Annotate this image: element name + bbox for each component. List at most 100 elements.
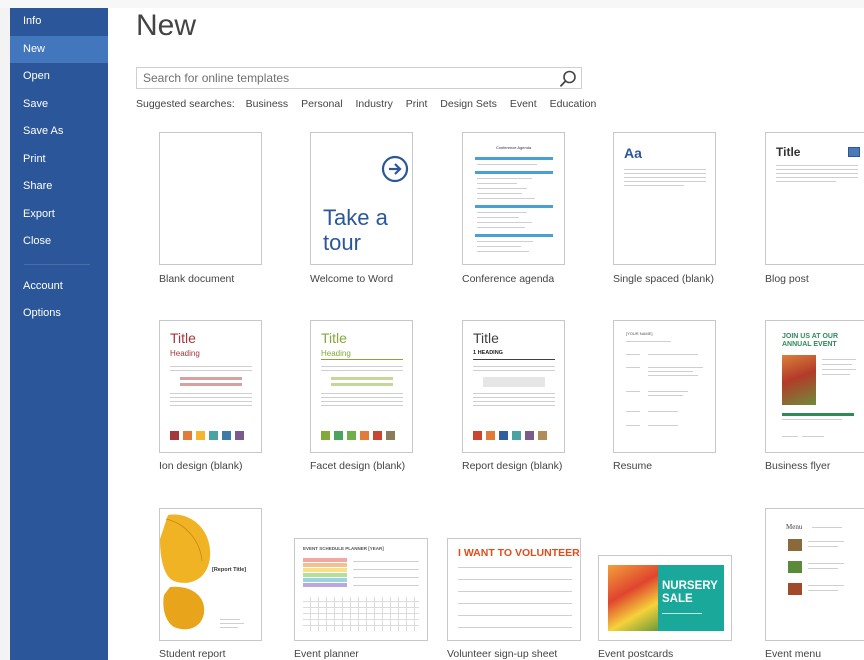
nav-share[interactable]: Share [10,173,108,201]
text-line [776,165,858,166]
text-line [321,366,403,367]
template-thumbnail: Take a tour [310,132,413,265]
nav-close[interactable]: Close [10,228,108,256]
facet-rule [321,359,403,360]
agenda-line [477,198,535,199]
postcard-flowers-photo [608,565,658,631]
suggested-searches: Suggested searches: Business Personal In… [136,98,606,110]
template-thumbnail: Aa [613,132,716,265]
template-label: Conference agenda [462,273,555,285]
suggested-design-sets-link[interactable]: Design Sets [440,98,497,110]
template-thumbnail: I WANT TO VOLUNTEER [447,538,581,641]
nav-options[interactable]: Options [10,300,108,328]
planner-row [303,563,347,567]
template-label: Single spaced (blank) [613,273,714,285]
planner-row [303,568,347,572]
text-line [626,354,640,355]
planner-row [303,573,347,577]
color-swatch [209,431,218,440]
color-swatch [360,431,369,440]
suggested-industry-link[interactable]: Industry [355,98,392,110]
text-line [822,369,856,370]
agenda-line [477,222,532,223]
search-icon[interactable] [558,69,578,89]
nav-separator [24,263,90,265]
text-line [473,401,555,402]
nav-print[interactable]: Print [10,146,108,174]
template-search-input[interactable] [137,68,553,88]
template-thumbnail: Title Heading [310,320,413,453]
suggested-personal-link[interactable]: Personal [301,98,342,110]
nav-info[interactable]: Info [10,8,108,36]
text-line [624,169,706,170]
text-line [808,590,838,591]
nav-save-as[interactable]: Save As [10,118,108,146]
color-swatch [170,431,179,440]
text-line [321,397,403,398]
text-line [776,173,858,174]
suggested-education-link[interactable]: Education [550,98,597,110]
text-line [353,569,419,570]
facet-accent-bar [331,383,393,386]
template-label: Business flyer [765,460,831,472]
text-line [648,425,678,426]
color-swatch [486,431,495,440]
text-line [624,185,684,186]
text-line [220,623,244,624]
template-label: Report design (blank) [462,460,563,472]
color-swatch [473,431,482,440]
facet-heading: Heading [321,349,351,358]
nav-export[interactable]: Export [10,201,108,229]
text-line [808,546,838,547]
agenda-bar [475,157,553,160]
text-line [822,364,852,365]
postcard-heading-line-2: SALE [662,593,693,605]
text-line [473,397,555,398]
nav-save[interactable]: Save [10,91,108,119]
color-swatch [373,431,382,440]
agenda-line [477,193,522,194]
flyer-heading: JOIN US AT OUR ANNUAL EVENT [782,333,839,348]
menu-photo [788,561,802,573]
agenda-bar [475,171,553,174]
flyer-date-bar [782,413,854,416]
agenda-line [477,188,527,189]
color-swatch [499,431,508,440]
text-line [812,527,842,528]
color-swatch [386,431,395,440]
template-thumbnail: NURSERY SALE [598,555,732,641]
template-label: Volunteer sign-up sheet [447,648,558,660]
nav-open[interactable]: Open [10,63,108,91]
nav-account[interactable]: Account [10,273,108,301]
report-title: Title [473,330,499,346]
suggested-event-link[interactable]: Event [510,98,537,110]
agenda-bar [475,234,553,237]
text-line [353,561,419,562]
agenda-line [477,212,527,213]
template-thumbnail: Title 1 HEADING [462,320,565,453]
text-line [458,603,572,604]
text-line [802,436,824,437]
text-line [648,354,698,355]
text-line [626,341,671,342]
text-line [648,411,678,412]
nav-new[interactable]: New [10,35,108,63]
text-line [626,391,640,392]
suggested-print-link[interactable]: Print [406,98,428,110]
text-line [170,370,252,371]
text-line [473,370,555,371]
agenda-line [477,178,532,179]
text-line [321,393,403,394]
color-swatch [321,431,330,440]
text-line [170,393,252,394]
text-line [808,585,844,586]
text-line [624,181,706,182]
template-thumbnail: Conference Agenda [462,132,565,265]
butterfly-icon [160,514,211,630]
text-line [170,397,252,398]
text-line [782,419,842,420]
color-swatch [235,431,244,440]
ion-accent-bar [180,383,242,386]
postcard-panel: NURSERY SALE [658,565,724,631]
suggested-business-link[interactable]: Business [246,98,289,110]
